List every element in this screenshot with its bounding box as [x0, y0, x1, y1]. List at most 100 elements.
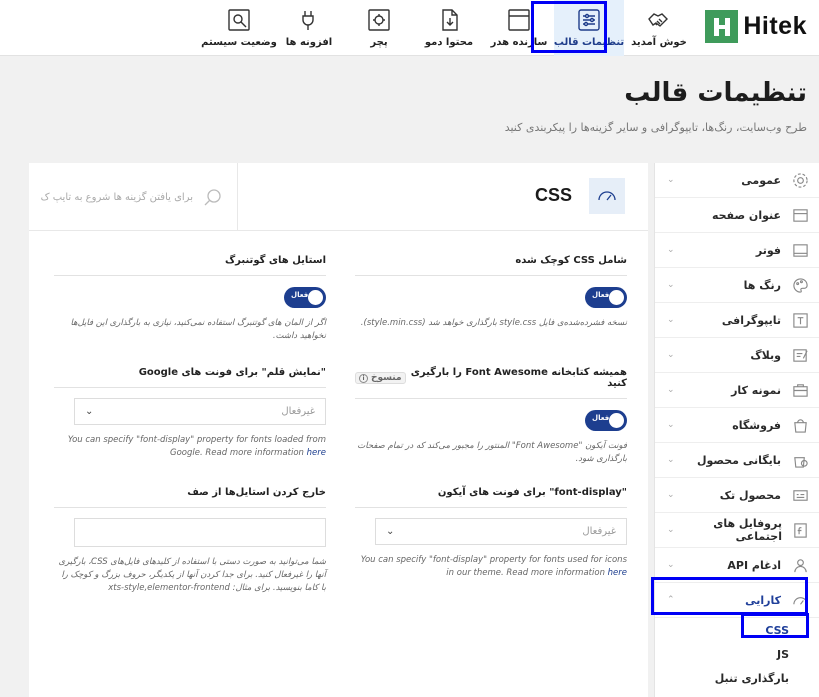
- option-google-font-display: "نمایش قلم" برای فونت های Google غیرفعال…: [54, 367, 326, 460]
- sidebar-item-blog[interactable]: وبلاگ ⌄: [655, 338, 819, 373]
- chevron-down-icon: ⌄: [667, 525, 675, 535]
- info-icon: i: [359, 373, 368, 383]
- read-more-link[interactable]: here: [307, 448, 326, 458]
- sidebar-item-label: بایگانی محصول: [696, 453, 781, 467]
- sidebar-item-portfolio[interactable]: نمونه کار ⌄: [655, 373, 819, 408]
- option-description: شما می‌توانید به صورت دستی با استفاده از…: [58, 557, 326, 593]
- chevron-down-icon: ⌄: [667, 560, 675, 570]
- product-archive-icon: [791, 451, 809, 469]
- brand-logo[interactable]: Hitek: [705, 10, 807, 43]
- description-text: You can specify "font-display" property …: [67, 435, 326, 458]
- tab-theme-settings[interactable]: تنظیمات قالب: [554, 0, 624, 56]
- sidebar-item-typography[interactable]: تایپوگرافی ⌄: [655, 303, 819, 338]
- chevron-down-icon: ⌄: [85, 406, 94, 417]
- tab-demo-content[interactable]: محتوا دمو: [414, 0, 484, 56]
- typography-icon: [791, 311, 809, 329]
- chevron-down-icon: ⌄: [667, 245, 675, 255]
- portfolio-icon: [791, 381, 809, 399]
- tab-patcher[interactable]: پچر: [344, 0, 414, 56]
- performance-gauge-icon: [589, 178, 625, 214]
- sidebar-item-footer[interactable]: فوتر ⌄: [655, 233, 819, 268]
- handshake-icon: [648, 13, 668, 27]
- chevron-down-icon: ⌄: [386, 526, 395, 537]
- tab-plugins[interactable]: افزونه ها: [274, 0, 344, 56]
- select-value: غیرفعال: [582, 526, 616, 537]
- sidebar-item-label: تایپوگرافی: [721, 313, 781, 327]
- option-description: اگر از المان های گوتنبرگ استفاده نمی‌کنی…: [70, 318, 326, 341]
- tab-system-status[interactable]: وضعیت سیستم: [201, 0, 277, 56]
- search-placeholder: برای یافتن گزینه ها شروع به تایپ ک: [40, 191, 193, 203]
- search-icon: [204, 189, 221, 206]
- page-title: تنظیمات قالب: [624, 78, 807, 108]
- sidebar-item-label: ادغام API: [727, 558, 781, 572]
- option-title: "font-display" برای فونت های آیکون: [355, 487, 627, 508]
- sidebar-item-performance[interactable]: کارایی ⌃: [655, 583, 819, 618]
- sidebar-item-colors[interactable]: رنگ ها ⌄: [655, 268, 819, 303]
- option-description: You can specify "font-display" property …: [355, 554, 627, 580]
- plugin-icon: [302, 11, 314, 30]
- chevron-down-icon: ⌄: [667, 490, 675, 500]
- settings-panel: برای یافتن گزینه ها شروع به تایپ ک CSS ش…: [29, 163, 648, 697]
- tab-welcome[interactable]: خوش آمدید: [624, 0, 694, 56]
- sidebar-subitem-lazy-loading[interactable]: بارگذاری تنبل: [655, 666, 819, 690]
- toggle-label: فعال: [291, 291, 309, 299]
- chevron-down-icon: ⌄: [667, 385, 675, 395]
- sidebar-item-page-title[interactable]: عنوان صفحه: [655, 198, 819, 233]
- chevron-down-icon: ⌄: [667, 420, 675, 430]
- option-minified-css: شامل CSS کوچک شده فعال نسخه فشرده‌شده‌ی …: [355, 255, 627, 330]
- logo-mark: [705, 10, 739, 43]
- option-title-row: همیشه کتابخانه Font Awesome را بارگیری ک…: [355, 367, 627, 399]
- logo-h-icon: [713, 17, 730, 36]
- option-font-awesome: همیشه کتابخانه Font Awesome را بارگیری ک…: [355, 367, 627, 466]
- sliders-icon: [578, 9, 600, 31]
- sidebar-subitem-js[interactable]: JS: [655, 642, 819, 666]
- google-font-display-select[interactable]: غیرفعال ⌄: [74, 398, 326, 425]
- sidebar-item-label: کارایی: [745, 593, 781, 607]
- tab-label: تنظیمات قالب: [553, 37, 625, 48]
- tab-label: سازنده هدر: [490, 37, 548, 48]
- chevron-down-icon: ⌄: [667, 350, 675, 360]
- single-product-icon: [791, 486, 809, 504]
- sidebar-item-label: فروشگاه: [732, 418, 781, 432]
- icon-font-display-select[interactable]: غیرفعال ⌄: [375, 518, 627, 545]
- option-title: همیشه کتابخانه Font Awesome را بارگیری ک…: [410, 367, 627, 389]
- read-more-link[interactable]: here: [608, 568, 627, 578]
- option-exclude-styles: خارج کردن استایل‌ها از صف شما می‌توانید …: [54, 487, 326, 595]
- sidebar-item-api[interactable]: ادغام API ⌄: [655, 548, 819, 583]
- font-awesome-toggle[interactable]: فعال: [585, 410, 627, 431]
- option-title: شامل CSS کوچک شده: [355, 255, 627, 276]
- sidebar-item-shop[interactable]: فروشگاه ⌄: [655, 408, 819, 443]
- blog-icon: [791, 346, 809, 364]
- options-search[interactable]: برای یافتن گزینه ها شروع به تایپ ک: [29, 163, 238, 231]
- toggle-knob: [609, 290, 624, 305]
- logo-text: Hitek: [743, 12, 807, 40]
- tab-label: محتوا دمو: [424, 37, 474, 48]
- option-icon-font-display: "font-display" برای فونت های آیکون غیرفع…: [355, 487, 627, 580]
- sidebar-subitem-css[interactable]: CSS: [655, 618, 819, 642]
- performance-gauge-icon: [791, 591, 809, 609]
- option-description: You can specify "font-display" property …: [54, 434, 326, 460]
- minified-css-toggle[interactable]: فعال: [585, 287, 627, 308]
- chevron-up-icon: ⌃: [667, 595, 675, 605]
- sidebar-item-social-profiles[interactable]: پروفایل های اجتماعی ⌄: [655, 513, 819, 548]
- sidebar-item-product-archive[interactable]: بایگانی محصول ⌄: [655, 443, 819, 478]
- option-description: فونت آیکون "Font Awesome" المنتور را مجب…: [357, 441, 627, 464]
- exclude-styles-input[interactable]: [74, 518, 326, 547]
- option-title: استایل های گوتنبرگ: [54, 255, 326, 276]
- tab-label: افزونه ها: [285, 37, 333, 48]
- chevron-down-icon: ⌄: [667, 315, 675, 325]
- gear-icon: [791, 171, 809, 189]
- gutenberg-styles-toggle[interactable]: فعال: [284, 287, 326, 308]
- top-nav: خوش آمدید تنظیمات قالب سازنده هدر محتوا …: [201, 0, 694, 56]
- demo-content-icon: [442, 9, 458, 31]
- sidebar-item-general[interactable]: عمومی ⌄: [655, 163, 819, 198]
- tab-header-builder[interactable]: سازنده هدر: [484, 0, 554, 56]
- patcher-icon: [368, 9, 390, 31]
- sidebar-item-single-product[interactable]: محصول تک ⌄: [655, 478, 819, 513]
- option-gutenberg-styles: استایل های گوتنبرگ فعال اگر از المان های…: [54, 255, 326, 343]
- sidebar-item-label: رنگ ها: [743, 278, 781, 292]
- toggle-label: فعال: [592, 291, 610, 299]
- footer-icon: [791, 241, 809, 259]
- description-text: You can specify "font-display" property …: [360, 555, 627, 578]
- sidebar-item-label: نمونه کار: [731, 383, 781, 397]
